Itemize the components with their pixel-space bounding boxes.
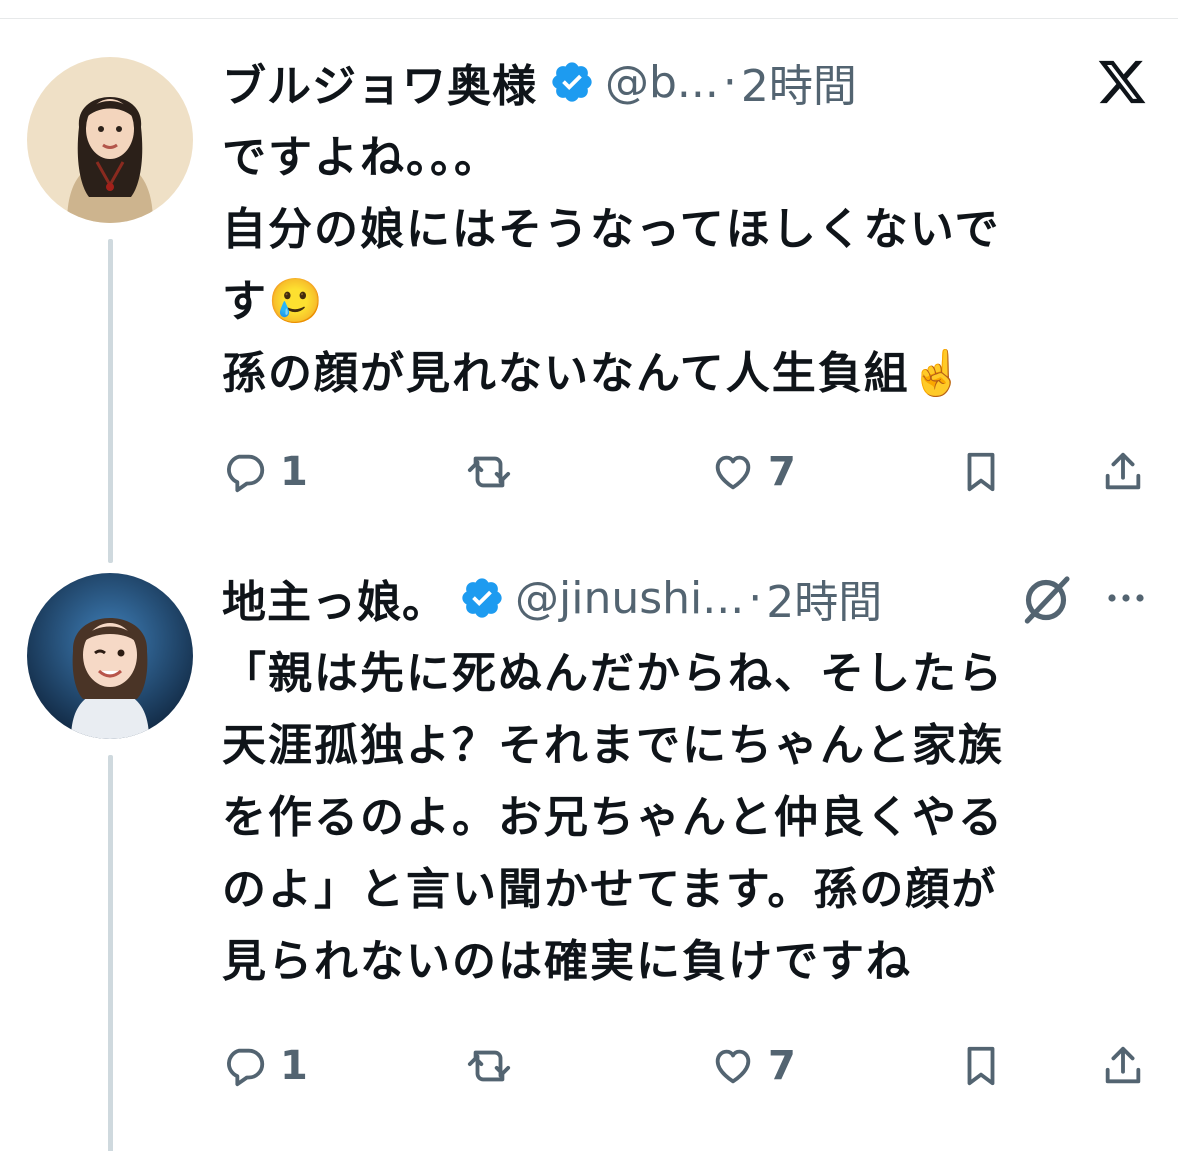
- retweet-icon: [467, 456, 511, 488]
- like-button[interactable]: 7: [710, 1038, 796, 1094]
- tweet-header: ブルジョワ奥様 @b... · 2時間: [222, 50, 1162, 114]
- reply-thread-screen: ブルジョワ奥様 @b... · 2時間 ですよね。。。 自分の娘にはそうなってほ…: [0, 0, 1178, 1151]
- author-handle[interactable]: @jinushi...: [515, 573, 744, 624]
- grok-icon[interactable]: [1018, 572, 1074, 628]
- reply-icon: [227, 454, 265, 493]
- author-name[interactable]: 地主っ娘。: [222, 566, 447, 630]
- tweet-text-line: を作るのよ。お兄ちゃんと仲良くやる: [222, 792, 1004, 843]
- avatar[interactable]: [27, 573, 193, 739]
- reply-count: 1: [280, 449, 308, 495]
- bookmark-button[interactable]: [958, 444, 1004, 500]
- avatar-illustration: [27, 57, 193, 223]
- author-handle[interactable]: @b...: [605, 57, 719, 108]
- heart-icon: [715, 1049, 751, 1084]
- tweet-text-line: ですよね。。。: [222, 132, 500, 183]
- timestamp[interactable]: 2時間: [741, 50, 857, 114]
- tweet-text-line: 自分の娘にはそうなってほしくないで: [222, 204, 1001, 255]
- tweet[interactable]: ブルジョワ奥様 @b... · 2時間 ですよね。。。 自分の娘にはそうなってほ…: [0, 50, 1178, 563]
- share-button[interactable]: [1100, 444, 1146, 500]
- bookmark-icon: [967, 1046, 995, 1086]
- author-name[interactable]: ブルジョワ奥様: [222, 50, 537, 114]
- x-logo-icon: [1096, 56, 1148, 108]
- action-bar: 1 7: [222, 444, 1152, 500]
- reply-count: 1: [280, 1043, 308, 1089]
- heart-icon: [715, 455, 751, 490]
- tweet-text-line: のよ」と言い聞かせてます。孫の顔が: [222, 864, 998, 915]
- tweet-text: ですよね。。。 自分の娘にはそうなってほしくないで す🥲 孫の顔が見れないなんて…: [222, 122, 1152, 410]
- retweet-icon: [467, 1050, 511, 1082]
- tweet[interactable]: 地主っ娘。 @jinushi... · 2時間 「親は先に死ぬんだからね、そした…: [0, 568, 1178, 1151]
- thread-line: [108, 239, 113, 563]
- separator-dot: ·: [722, 56, 737, 108]
- bookmark-button[interactable]: [958, 1038, 1004, 1094]
- tweet-text: 「親は先に死ぬんだからね、そしたら 天涯孤独よ？それまでにちゃんと家族 を作るの…: [222, 638, 1152, 998]
- avatar-photo: [27, 573, 193, 739]
- tweet-text-line: 孫の顔が見れないなんて人生負組☝️: [222, 348, 967, 399]
- reply-icon: [227, 1048, 265, 1087]
- top-divider: [0, 18, 1178, 19]
- like-count: 7: [768, 449, 796, 495]
- reply-button[interactable]: 1: [222, 1038, 308, 1094]
- tweet-text-line: す🥲: [222, 276, 325, 327]
- like-count: 7: [768, 1043, 796, 1089]
- share-icon: [1105, 452, 1141, 490]
- share-button[interactable]: [1100, 1038, 1146, 1094]
- separator-dot: ·: [748, 572, 763, 624]
- tweet-text-line: 「親は先に死ぬんだからね、そしたら: [222, 648, 1004, 699]
- avatar[interactable]: [27, 57, 193, 223]
- bookmark-icon: [967, 452, 995, 492]
- share-icon: [1105, 1046, 1141, 1084]
- more-options-icon[interactable]: [1102, 578, 1150, 618]
- tweet-text-line: 天涯孤独よ？それまでにちゃんと家族: [222, 720, 1004, 771]
- like-button[interactable]: 7: [710, 444, 796, 500]
- retweet-button[interactable]: [466, 444, 512, 500]
- timestamp[interactable]: 2時間: [766, 566, 882, 630]
- action-bar: 1 7: [222, 1038, 1152, 1094]
- verified-badge-icon: [459, 575, 505, 621]
- reply-button[interactable]: 1: [222, 444, 308, 500]
- verified-badge-icon: [549, 59, 595, 105]
- thread-line: [108, 755, 113, 1151]
- retweet-button[interactable]: [466, 1038, 512, 1094]
- tweet-text-line: 見られないのは確実に負けですね: [222, 936, 912, 987]
